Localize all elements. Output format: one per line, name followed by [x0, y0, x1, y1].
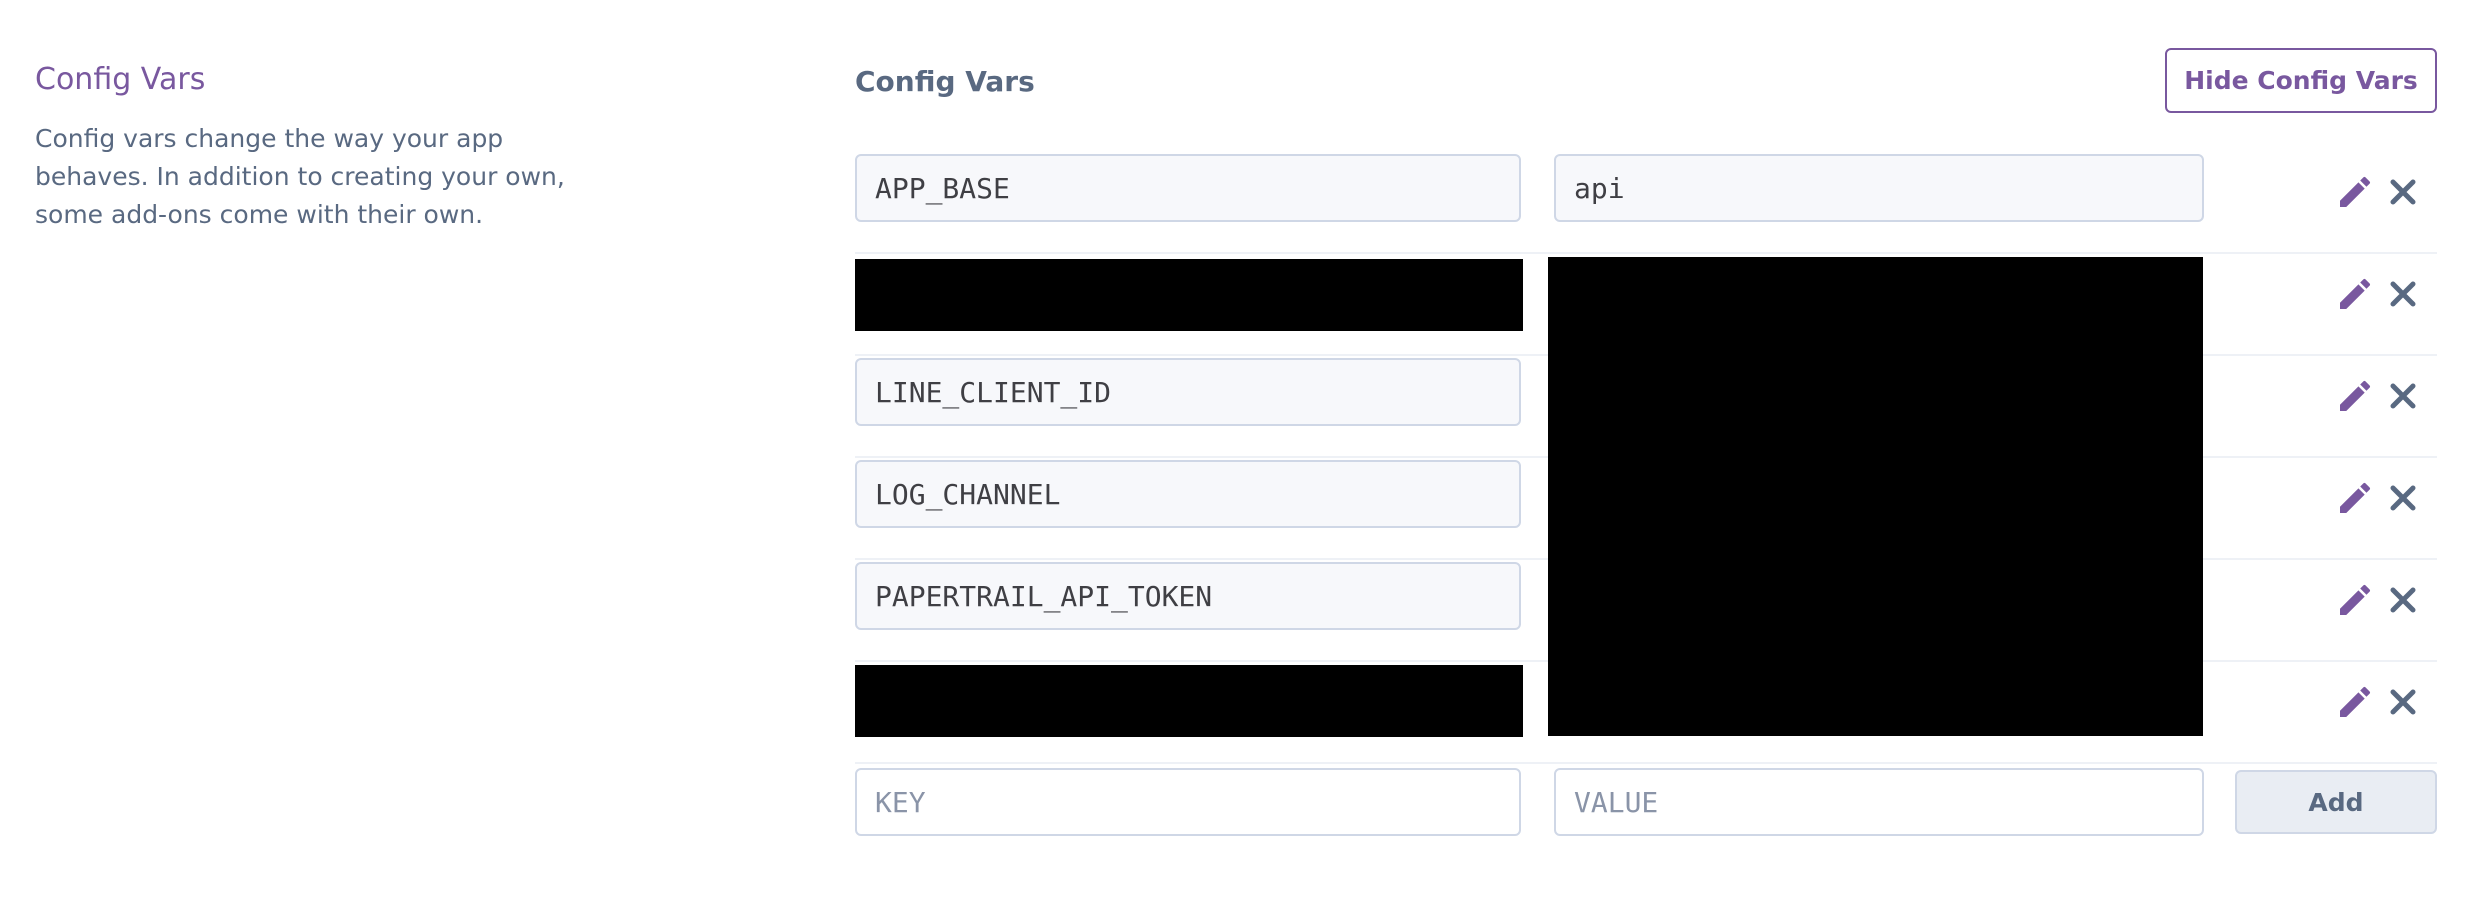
new-config-var-row: Add	[855, 768, 2437, 858]
new-value-input[interactable]	[1554, 768, 2204, 836]
redacted-key	[855, 665, 1523, 737]
close-icon[interactable]	[2383, 580, 2423, 620]
pencil-icon[interactable]	[2335, 274, 2375, 314]
new-key-input[interactable]	[855, 768, 1521, 836]
pencil-icon[interactable]	[2335, 376, 2375, 416]
close-icon[interactable]	[2383, 172, 2423, 212]
config-vars-title: Config Vars	[855, 65, 1035, 98]
config-var-value[interactable]: api	[1554, 154, 2204, 222]
pencil-icon[interactable]	[2335, 478, 2375, 518]
config-var-row: APP_BASE api	[855, 152, 2437, 254]
pencil-icon[interactable]	[2335, 682, 2375, 722]
sidebar-title: Config Vars	[35, 62, 206, 97]
sidebar-description: Config vars change the way your app beha…	[35, 124, 565, 229]
config-var-key[interactable]: APP_BASE	[855, 154, 1521, 222]
close-icon[interactable]	[2383, 376, 2423, 416]
redacted-key	[855, 259, 1523, 331]
config-var-key[interactable]: PAPERTRAIL_API_TOKEN	[855, 562, 1521, 630]
config-var-key[interactable]: LINE_CLIENT_ID	[855, 358, 1521, 426]
close-icon[interactable]	[2383, 478, 2423, 518]
add-button[interactable]: Add	[2235, 770, 2437, 834]
redacted-values	[1548, 257, 2203, 736]
pencil-icon[interactable]	[2335, 580, 2375, 620]
close-icon[interactable]	[2383, 274, 2423, 314]
close-icon[interactable]	[2383, 682, 2423, 722]
pencil-icon[interactable]	[2335, 172, 2375, 212]
config-var-key[interactable]: LOG_CHANNEL	[855, 460, 1521, 528]
hide-config-vars-button[interactable]: Hide Config Vars	[2165, 48, 2437, 113]
